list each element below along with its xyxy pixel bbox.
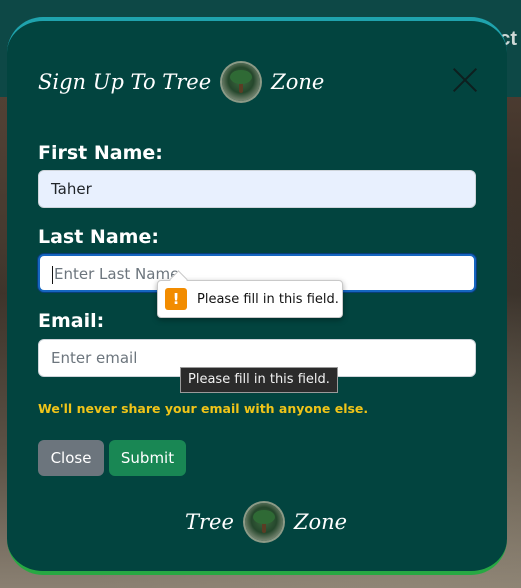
modal-title: Sign Up To Tree Zone [38, 63, 324, 101]
text-caret [52, 265, 53, 284]
validation-bubble: ! Please fill in this field. [157, 280, 343, 318]
first-name-field[interactable]: Taher [38, 170, 476, 208]
warning-icon: ! [165, 288, 187, 310]
submit-button[interactable]: Submit [109, 440, 186, 476]
tree-logo-icon [222, 63, 261, 101]
close-button[interactable]: Close [38, 440, 104, 476]
validation-message: Please fill in this field. [197, 291, 339, 307]
close-icon[interactable] [452, 67, 478, 93]
footer-brand: Tree Zone [185, 503, 347, 541]
last-name-label: Last Name: [38, 226, 159, 248]
footer-brand-suffix: Zone [293, 510, 348, 534]
email-help-text: We'll never share your email with anyone… [38, 401, 369, 416]
tree-logo-icon [244, 503, 283, 541]
footer-brand-prefix: Tree [185, 510, 234, 534]
field-tooltip: Please fill in this field. [180, 367, 338, 393]
modal-title-prefix: Sign Up To Tree [38, 70, 212, 94]
email-placeholder: Enter email [51, 349, 138, 367]
first-name-value: Taher [51, 180, 92, 198]
first-name-label: First Name: [38, 142, 163, 164]
modal-title-suffix: Zone [271, 70, 325, 94]
email-label: Email: [38, 310, 105, 332]
